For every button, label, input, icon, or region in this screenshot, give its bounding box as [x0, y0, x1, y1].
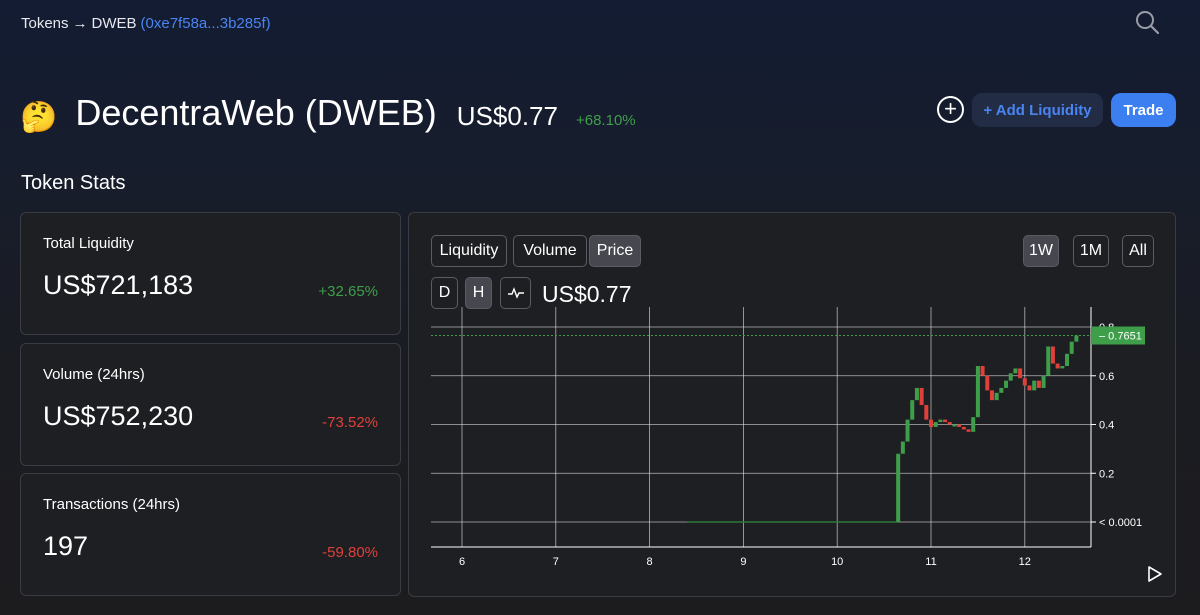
- stat-value: US$752,230: [43, 401, 194, 431]
- breadcrumb: Tokens → DWEB (0xe7f58a...3b285f): [21, 15, 271, 32]
- candle: [1050, 346, 1055, 364]
- candle: [961, 426, 966, 430]
- candle: [1041, 375, 1046, 388]
- candle: [994, 392, 999, 401]
- candle: [947, 422, 952, 425]
- candle: [905, 419, 910, 442]
- candle: [929, 419, 933, 427]
- candle: [914, 387, 919, 401]
- interval-day-button[interactable]: D: [431, 277, 458, 309]
- chart-panel: Liquidity Volume Price 1W 1M All D H US$…: [408, 212, 1176, 597]
- play-icon[interactable]: [1147, 565, 1163, 583]
- x-tick-label: 10: [831, 556, 843, 568]
- stat-label: Total Liquidity: [43, 235, 134, 252]
- x-tick-label: 9: [740, 556, 746, 568]
- candle: [1046, 346, 1051, 376]
- candle: [1069, 341, 1074, 354]
- breadcrumb-arrow: →: [72, 15, 88, 32]
- token-address-link[interactable]: (0xe7f58a...3b285f): [141, 15, 271, 32]
- stat-value: US$721,183: [43, 270, 194, 300]
- line-chart-icon: [507, 287, 524, 299]
- candle: [1055, 363, 1060, 369]
- breadcrumb-tokens-link[interactable]: Tokens: [21, 15, 69, 32]
- token-price: US$0.77: [456, 101, 558, 131]
- line-chart-toggle-button[interactable]: [500, 277, 531, 309]
- price-chart[interactable]: 6789101112< 0.00010.20.40.60.8– 0.7651: [419, 307, 1164, 577]
- candle: [966, 429, 971, 432]
- search-icon[interactable]: [1134, 9, 1160, 35]
- candle: [1008, 373, 1013, 381]
- y-tick-label: < 0.0001: [1099, 517, 1142, 529]
- add-to-watchlist-button[interactable]: +: [937, 96, 964, 123]
- range-1w-button[interactable]: 1W: [1023, 235, 1059, 267]
- candle: [1036, 380, 1041, 388]
- candle: [952, 424, 957, 427]
- x-tick-label: 11: [925, 556, 936, 568]
- stat-card-volume: Volume (24hrs) US$752,230 -73.52%: [20, 343, 401, 466]
- candle: [1074, 335, 1079, 342]
- candle: [1032, 380, 1037, 391]
- candle: [1022, 378, 1027, 386]
- add-liquidity-button[interactable]: + Add Liquidity: [972, 93, 1103, 127]
- token-name: DecentraWeb (DWEB): [75, 92, 437, 133]
- token-price-change: +68.10%: [575, 112, 636, 129]
- candle: [1027, 385, 1032, 391]
- candle: [975, 366, 980, 418]
- range-all-button[interactable]: All: [1122, 235, 1154, 267]
- x-tick-label: 7: [553, 556, 559, 568]
- tab-price[interactable]: Price: [589, 235, 641, 267]
- plus-icon: +: [944, 95, 957, 121]
- y-tick-label: 0.4: [1099, 420, 1114, 432]
- stat-label: Transactions (24hrs): [43, 496, 180, 513]
- candle: [989, 390, 994, 401]
- stat-change: +32.65%: [318, 283, 378, 300]
- stat-change: -59.80%: [322, 544, 378, 561]
- breadcrumb-current: DWEB: [91, 15, 137, 32]
- candle: [900, 441, 905, 454]
- trade-button[interactable]: Trade: [1111, 93, 1176, 127]
- candle: [910, 400, 915, 420]
- x-tick-label: 12: [1019, 556, 1031, 568]
- candle: [919, 387, 924, 405]
- x-tick-label: 8: [647, 556, 653, 568]
- candle: [924, 405, 929, 420]
- tab-liquidity[interactable]: Liquidity: [431, 235, 507, 267]
- stat-label: Volume (24hrs): [43, 366, 145, 383]
- token-emoji-icon: 🤔: [20, 101, 58, 134]
- candle: [943, 419, 948, 423]
- candle: [971, 417, 976, 432]
- candle: [957, 424, 962, 427]
- y-tick-label: 0.6: [1099, 371, 1114, 383]
- candle: [933, 422, 938, 427]
- candle: [1013, 368, 1018, 374]
- stat-change: -73.52%: [322, 414, 378, 431]
- token-stats-title: Token Stats: [21, 172, 126, 194]
- candle: [938, 419, 943, 423]
- interval-hour-button[interactable]: H: [465, 277, 492, 309]
- candle: [896, 453, 901, 522]
- stat-card-total-liquidity: Total Liquidity US$721,183 +32.65%: [20, 212, 401, 335]
- candle: [1060, 366, 1065, 369]
- tab-volume[interactable]: Volume: [513, 235, 587, 267]
- token-header: 🤔 DecentraWeb (DWEB) US$0.77 +68.10%: [20, 92, 636, 134]
- stat-card-transactions: Transactions (24hrs) 197 -59.80%: [20, 473, 401, 596]
- candle: [1018, 368, 1023, 379]
- stat-value: 197: [43, 531, 89, 561]
- candle: [1004, 380, 1009, 388]
- candle: [999, 387, 1004, 393]
- y-tick-label: 0.2: [1099, 468, 1114, 480]
- current-price-label: – 0.7651: [1099, 331, 1142, 343]
- range-1m-button[interactable]: 1M: [1073, 235, 1109, 267]
- x-tick-label: 6: [459, 556, 465, 568]
- candle: [1065, 353, 1070, 366]
- chart-price: US$0.77: [542, 281, 632, 307]
- candle: [980, 366, 985, 376]
- candle: [985, 375, 990, 391]
